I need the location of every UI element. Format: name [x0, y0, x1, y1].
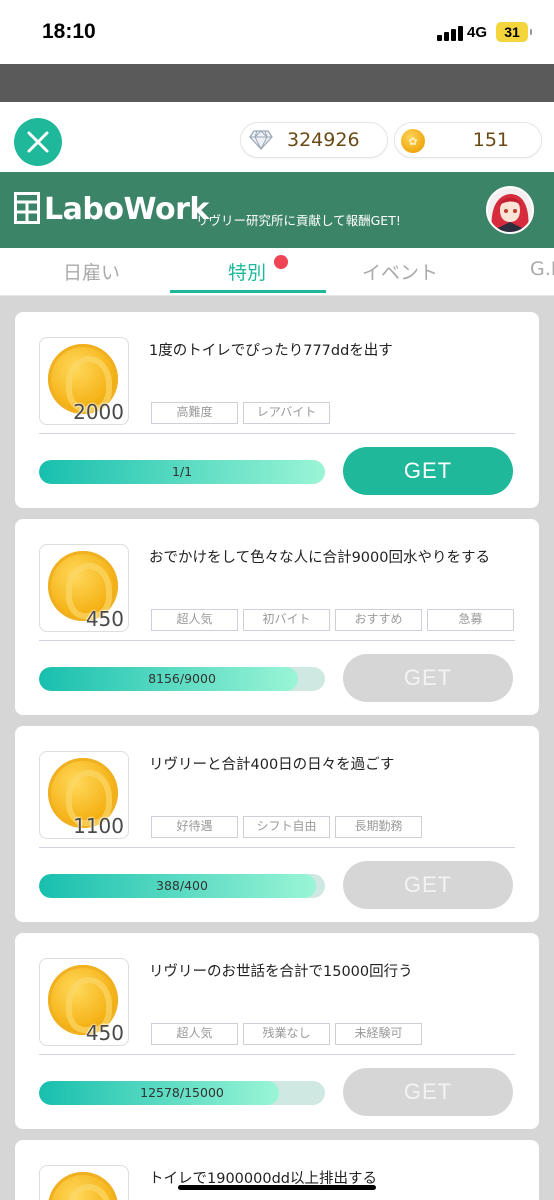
tag: 好待遇 — [151, 816, 238, 838]
coin-icon: ✿ — [401, 129, 425, 153]
coin-counter[interactable]: ✿ 151 — [394, 122, 542, 158]
diamond-counter[interactable]: 324926 — [240, 122, 388, 158]
tag: 高難度 — [151, 402, 238, 424]
get-button[interactable]: GET — [343, 1068, 513, 1116]
task-title: リヴリーと合計400日の日々を過ごす — [149, 757, 395, 773]
reward-icon: ✦ 450 — [39, 544, 129, 632]
tab-daily[interactable]: 日雇い — [63, 258, 120, 285]
reward-icon: ✦ 450 — [39, 958, 129, 1046]
reward-icon: ✦ 2000 — [39, 337, 129, 425]
progress-bar: 388/400 — [39, 874, 325, 898]
progress-bar: 8156/9000 — [39, 667, 325, 691]
task-title: リヴリーのお世話を合計で15000回行う — [149, 964, 413, 980]
tag: 初バイト — [243, 609, 330, 631]
status-bar: 18:10 4G 31 — [0, 0, 554, 64]
tag: おすすめ — [335, 609, 422, 631]
active-tab-indicator — [170, 290, 326, 293]
tag: 未経験可 — [335, 1023, 422, 1045]
divider — [39, 640, 515, 641]
tag-list: 超人気 初バイト おすすめ 急募 — [151, 609, 514, 631]
close-icon — [27, 131, 49, 153]
network-label: 4G — [467, 24, 488, 41]
reward-icon — [39, 1165, 129, 1200]
tab-gi[interactable]: G.I — [530, 258, 554, 280]
progress-text: 1/1 — [171, 464, 193, 479]
tag: 超人気 — [151, 1023, 238, 1045]
tag: 急募 — [427, 609, 514, 631]
task-title: おでかけをして色々な人に合計9000回水やりをする — [149, 550, 490, 566]
task-card: ✦ 450 リヴリーのお世話を合計で15000回行う 超人気 残業なし 未経験可… — [15, 933, 539, 1129]
tag: レアバイト — [243, 402, 330, 424]
labowork-banner: LaboWork リヴリー研究所に貢献して報酬GET! — [0, 172, 554, 248]
get-button[interactable]: GET — [343, 654, 513, 702]
tag-list: 高難度 レアバイト — [151, 402, 330, 424]
get-button[interactable]: GET — [343, 861, 513, 909]
progress-bar: 1/1 — [39, 460, 325, 484]
get-button[interactable]: GET — [343, 447, 513, 495]
progress-text: 8156/9000 — [148, 671, 216, 686]
task-list: ✦ 2000 1度のトイレでぴったり777ddを出す 高難度 レアバイト 1/1… — [0, 296, 554, 1200]
reward-icon: ✦ 1100 — [39, 751, 129, 839]
home-indicator — [178, 1185, 376, 1190]
banner-title: LaboWork — [44, 192, 209, 227]
task-card: トイレで1900000dd以上排出する — [15, 1140, 539, 1200]
divider — [39, 847, 515, 848]
reward-amount: 1100 — [73, 814, 124, 838]
diamond-count: 324926 — [287, 129, 360, 151]
reward-amount: 2000 — [73, 400, 124, 424]
avatar[interactable] — [486, 186, 534, 234]
avatar-character-icon — [488, 188, 532, 232]
coin-icon — [48, 1172, 118, 1200]
signal-icon — [437, 26, 463, 41]
labowork-logo-icon — [14, 192, 40, 224]
reward-amount: 450 — [85, 1021, 124, 1045]
divider — [39, 433, 515, 434]
progress-bar: 12578/15000 — [39, 1081, 325, 1105]
status-time: 18:10 — [42, 20, 96, 43]
divider — [39, 1054, 515, 1055]
task-card: ✦ 1100 リヴリーと合計400日の日々を過ごす 好待遇 シフト自由 長期勤務… — [15, 726, 539, 922]
tab-special[interactable]: 特別 — [228, 258, 266, 285]
tag-list: 好待遇 シフト自由 長期勤務 — [151, 816, 422, 838]
banner-subtitle: リヴリー研究所に貢献して報酬GET! — [196, 213, 401, 228]
task-title: 1度のトイレでぴったり777ddを出す — [149, 343, 393, 359]
tag: 超人気 — [151, 609, 238, 631]
close-button[interactable] — [14, 118, 62, 166]
tab-event[interactable]: イベント — [362, 258, 438, 285]
progress-text: 12578/15000 — [140, 1085, 224, 1100]
overlay-band — [0, 64, 554, 102]
progress-text: 388/400 — [156, 878, 208, 893]
task-card: ✦ 2000 1度のトイレでぴったり777ddを出す 高難度 レアバイト 1/1… — [15, 312, 539, 508]
battery-icon: 31 — [496, 22, 532, 42]
coin-count: 151 — [472, 129, 509, 151]
notification-badge — [274, 255, 288, 269]
tag: シフト自由 — [243, 816, 330, 838]
tag: 残業なし — [243, 1023, 330, 1045]
reward-amount: 450 — [85, 607, 124, 631]
diamond-icon — [249, 130, 273, 150]
task-card: ✦ 450 おでかけをして色々な人に合計9000回水やりをする 超人気 初バイト… — [15, 519, 539, 715]
tag-list: 超人気 残業なし 未経験可 — [151, 1023, 422, 1045]
tag: 長期勤務 — [335, 816, 422, 838]
top-bar: 324926 ✿ 151 — [0, 102, 554, 172]
